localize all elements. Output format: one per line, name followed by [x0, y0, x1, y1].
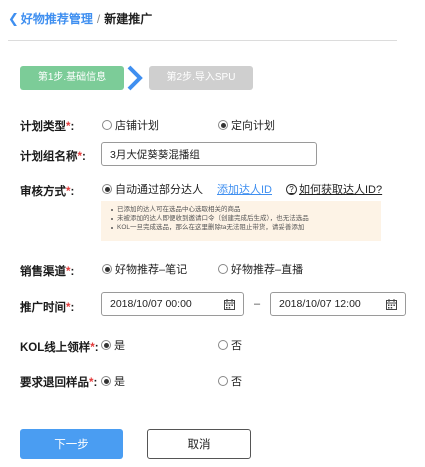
return-sample-label: 要求退回样品*: — [20, 377, 98, 389]
chevron-left-icon: ❮ — [8, 10, 19, 26]
add-kol-id-link[interactable]: 添加达人ID — [217, 181, 272, 197]
kol-sample-no-radio[interactable]: 否 — [218, 337, 242, 353]
note-item: 未被添加的达人即便收到邀请口令（创建完成后生成），也无法选品 — [111, 214, 373, 223]
return-sample-no-radio[interactable]: 否 — [218, 373, 242, 389]
step-basic-info: 第1步.基础信息 — [20, 66, 124, 90]
breadcrumb-back-link[interactable]: ❮ 好物推荐管理 — [8, 10, 93, 27]
date-range-separator: – — [254, 298, 261, 310]
sales-channel-label: 销售渠道*: — [20, 266, 75, 278]
calendar-icon — [224, 298, 235, 310]
group-name-label: 计划组名称*: — [20, 151, 86, 163]
plan-type-targeted-radio[interactable]: 定向计划 — [218, 117, 275, 133]
channel-notes-radio[interactable]: 好物推荐–笔记 — [102, 261, 187, 277]
chevron-right-icon — [127, 65, 143, 91]
breadcrumb-parent[interactable]: 好物推荐管理 — [21, 10, 93, 27]
next-step-button[interactable]: 下一步 — [20, 429, 123, 459]
step-import-spu: 第2步.导入SPU — [149, 66, 253, 90]
review-method-label: 审核方式*: — [20, 186, 75, 198]
note-item: KOL一旦完成选品，那么在这里删除ta无法阻止带货，请妥善添加 — [111, 223, 373, 232]
cancel-button[interactable]: 取消 — [147, 429, 251, 459]
radio-unchecked-icon — [218, 264, 228, 274]
group-name-input[interactable]: 3月大促葵葵混播组 — [101, 142, 317, 166]
plan-type-label: 计划类型*: — [20, 121, 75, 133]
breadcrumb-separator: / — [96, 11, 101, 26]
review-auto-approve-radio[interactable]: 自动通过部分达人 — [102, 181, 203, 197]
note-item: 已添加的达人可在选品中心选取相关的商品 — [111, 205, 373, 214]
kol-sample-yes-radio[interactable]: 是 — [101, 337, 125, 353]
radio-checked-icon — [101, 376, 111, 386]
plan-type-store-radio[interactable]: 店铺计划 — [102, 117, 159, 133]
radio-checked-icon — [102, 264, 112, 274]
question-circle-icon: ? — [286, 183, 297, 195]
end-time-input[interactable]: 2018/10/07 12:00 — [270, 292, 406, 316]
radio-checked-icon — [102, 184, 112, 194]
radio-unchecked-icon — [102, 120, 112, 130]
radio-checked-icon — [101, 340, 111, 350]
breadcrumb-current: 新建推广 — [104, 12, 153, 26]
return-sample-yes-radio[interactable]: 是 — [101, 373, 125, 389]
kol-sample-label: KOL线上领样*: — [20, 342, 99, 354]
radio-unchecked-icon — [218, 340, 228, 350]
radio-unchecked-icon — [218, 376, 228, 386]
header-divider — [8, 40, 397, 41]
breadcrumb: ❮ 好物推荐管理 / 新建推广 — [8, 10, 152, 27]
review-notes: 已添加的达人可在选品中心选取相关的商品 未被添加的达人即便收到邀请口令（创建完成… — [101, 201, 381, 241]
radio-checked-icon — [218, 120, 228, 130]
calendar-icon — [386, 298, 397, 310]
how-to-get-kol-id-link[interactable]: ? 如何获取达人ID? — [286, 181, 382, 197]
start-time-input[interactable]: 2018/10/07 00:00 — [101, 292, 244, 316]
promo-time-label: 推广时间*: — [20, 302, 75, 314]
channel-live-radio[interactable]: 好物推荐–直播 — [218, 261, 303, 277]
